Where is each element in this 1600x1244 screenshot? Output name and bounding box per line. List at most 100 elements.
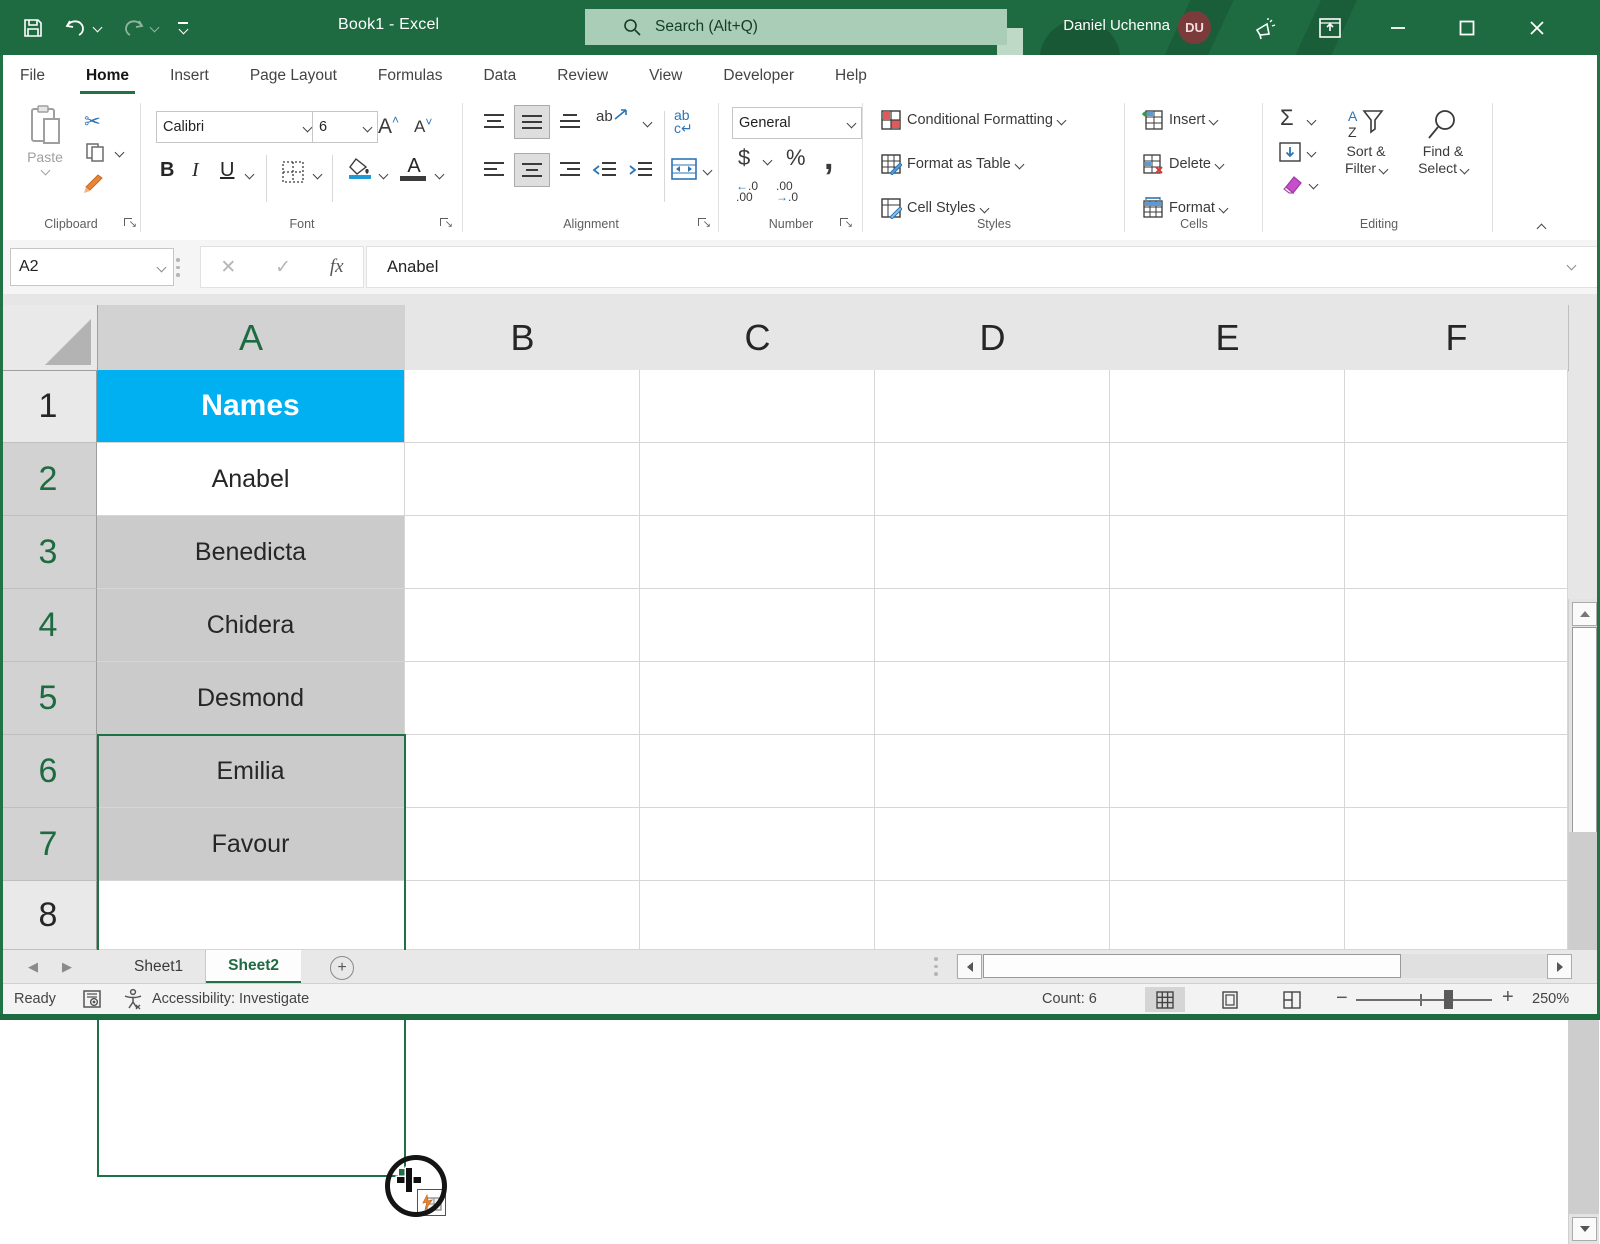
zoom-slider-thumb[interactable] [1444, 990, 1453, 1009]
minimize-button[interactable] [1375, 0, 1421, 55]
name-box[interactable]: A2 [10, 248, 174, 286]
cell-E2[interactable] [1110, 443, 1345, 516]
merge-dropdown-icon[interactable] [702, 165, 713, 176]
cell-A6[interactable]: Emilia [97, 735, 405, 808]
top-align-button[interactable] [482, 111, 506, 133]
accessibility-icon[interactable] [122, 988, 144, 1010]
confirm-entry-icon[interactable]: ✓ [275, 256, 291, 279]
collapse-ribbon-icon[interactable] [1536, 223, 1547, 234]
page-break-preview-button[interactable] [1272, 987, 1312, 1012]
align-left-button[interactable] [482, 159, 506, 181]
number-dialog-launcher[interactable] [838, 216, 853, 232]
cell-E5[interactable] [1110, 662, 1345, 735]
row-header-2[interactable]: 2 [0, 443, 97, 516]
macro-record-icon[interactable] [82, 989, 102, 1009]
underline-button[interactable]: U [220, 159, 234, 182]
bottom-align-button[interactable] [558, 111, 582, 133]
tab-developer[interactable]: Developer [721, 67, 796, 85]
tab-data[interactable]: Data [481, 67, 518, 85]
cell-B6[interactable] [405, 735, 640, 808]
zoom-level[interactable]: 250% [1532, 991, 1569, 1007]
cell-E6[interactable] [1110, 735, 1345, 808]
cell-A1[interactable]: Names [97, 370, 405, 443]
ribbon-display-options-icon[interactable] [1308, 0, 1352, 55]
autosum-button[interactable]: Σ [1280, 105, 1294, 131]
formula-bar-splitter[interactable] [176, 258, 180, 277]
close-button[interactable] [1513, 0, 1561, 55]
cell-C3[interactable] [640, 516, 875, 589]
insert-cells-button[interactable]: Insert [1142, 109, 1219, 131]
fill-color-dropdown-icon[interactable] [378, 169, 389, 180]
cell-B4[interactable] [405, 589, 640, 662]
cell-B1[interactable] [405, 370, 640, 443]
fill-dropdown-icon[interactable] [1306, 147, 1317, 158]
cell-A2[interactable]: Anabel [97, 443, 405, 516]
cell-B8[interactable] [405, 881, 640, 950]
col-header-A[interactable]: A [97, 305, 406, 372]
row-header-1[interactable]: 1 [0, 370, 97, 443]
cell-C2[interactable] [640, 443, 875, 516]
insert-function-icon[interactable]: fx [330, 256, 344, 278]
coming-soon-megaphone-icon[interactable] [1243, 0, 1287, 55]
font-color-dropdown-icon[interactable] [434, 169, 445, 180]
cell-E1[interactable] [1110, 370, 1345, 443]
fill-color-button[interactable] [346, 157, 374, 179]
user-name[interactable]: Daniel Uchenna [1030, 17, 1170, 34]
format-painter-button[interactable] [82, 171, 108, 195]
font-color-button[interactable]: A [400, 155, 428, 181]
col-header-C[interactable]: C [640, 305, 876, 371]
row-header-6[interactable]: 6 [0, 735, 97, 808]
merge-center-button[interactable] [670, 157, 698, 181]
cell-C5[interactable] [640, 662, 875, 735]
zoom-in-button[interactable]: + [1502, 986, 1514, 1009]
scroll-right-button[interactable] [1547, 954, 1572, 979]
cell-D7[interactable] [875, 808, 1110, 881]
cell-D8[interactable] [875, 881, 1110, 950]
tab-home[interactable]: Home [79, 67, 136, 94]
underline-dropdown-icon[interactable] [244, 169, 255, 180]
alignment-dialog-launcher[interactable] [696, 216, 711, 232]
orientation-button[interactable]: ab [596, 107, 631, 125]
increase-indent-button[interactable] [628, 159, 654, 181]
tab-view[interactable]: View [647, 67, 684, 85]
cut-button[interactable]: ✂ [84, 109, 101, 134]
cell-F4[interactable] [1345, 589, 1568, 662]
row-header-7[interactable]: 7 [0, 808, 97, 881]
font-dialog-launcher[interactable] [438, 216, 453, 232]
bold-button[interactable]: B [160, 159, 174, 182]
cell-C6[interactable] [640, 735, 875, 808]
cell-D5[interactable] [875, 662, 1110, 735]
cell-E3[interactable] [1110, 516, 1345, 589]
tab-file[interactable]: File [18, 67, 47, 85]
cell-C7[interactable] [640, 808, 875, 881]
borders-button[interactable] [280, 159, 306, 185]
sort-filter-button[interactable]: AZ Sort & Filter [1334, 107, 1398, 177]
font-size-select[interactable]: 6 [312, 111, 378, 143]
italic-button[interactable]: I [192, 159, 199, 182]
cell-F7[interactable] [1345, 808, 1568, 881]
cell-A5[interactable]: Desmond [97, 662, 405, 735]
save-icon[interactable] [22, 0, 44, 55]
cell-D6[interactable] [875, 735, 1110, 808]
col-header-F[interactable]: F [1345, 305, 1569, 371]
tab-insert[interactable]: Insert [168, 67, 211, 85]
middle-align-button[interactable] [514, 105, 550, 139]
borders-dropdown-icon[interactable] [312, 169, 323, 180]
tabbar-splitter[interactable] [934, 957, 938, 976]
cell-A8[interactable] [97, 881, 405, 950]
cell-E8[interactable] [1110, 881, 1345, 950]
scroll-down-button[interactable] [1572, 1217, 1597, 1241]
col-header-B[interactable]: B [405, 305, 641, 371]
tab-formulas[interactable]: Formulas [376, 67, 445, 85]
cell-D1[interactable] [875, 370, 1110, 443]
horizontal-scroll-thumb[interactable] [983, 954, 1401, 978]
number-format-select[interactable]: General [732, 107, 862, 139]
name-box-dropdown-icon[interactable] [156, 262, 167, 272]
decrease-indent-button[interactable] [592, 159, 618, 181]
cell-C1[interactable] [640, 370, 875, 443]
cell-F5[interactable] [1345, 662, 1568, 735]
sheet-nav-prev-icon[interactable]: ◀ [28, 959, 38, 975]
shrink-font-button[interactable]: A˅ [414, 115, 432, 137]
accessibility-status[interactable]: Accessibility: Investigate [152, 991, 309, 1007]
cell-D3[interactable] [875, 516, 1110, 589]
